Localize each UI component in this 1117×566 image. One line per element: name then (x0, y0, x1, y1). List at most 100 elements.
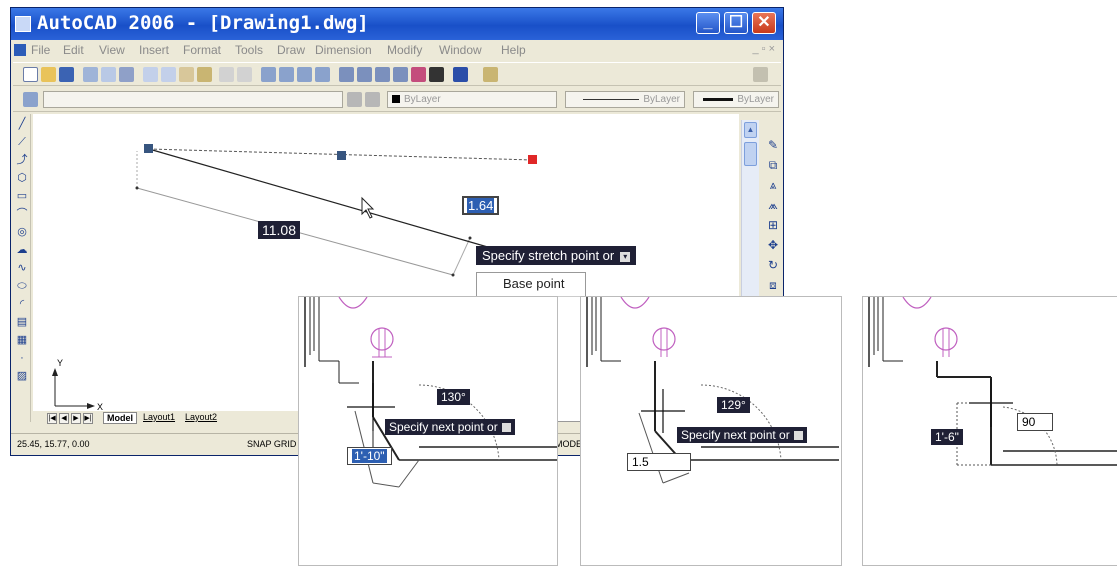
ellipse-icon[interactable]: ⬭ (16, 280, 28, 292)
properties-icon[interactable] (339, 67, 354, 82)
revision-cloud-icon[interactable]: ☁ (16, 244, 28, 256)
layer-combo[interactable] (43, 91, 343, 108)
design-center-icon[interactable] (357, 67, 372, 82)
offset-icon[interactable]: ⩕ (766, 198, 780, 212)
menu-draw[interactable]: Draw (277, 43, 305, 57)
menu-insert[interactable]: Insert (139, 43, 169, 57)
distance-input[interactable]: 1.5 (627, 453, 691, 471)
grip-start[interactable] (144, 144, 153, 153)
ellipse-arc-icon[interactable]: ◜ (16, 298, 28, 310)
maximize-button[interactable]: ☐ (724, 12, 748, 34)
erase-icon[interactable]: ✎ (766, 138, 780, 152)
vertical-scrollbar[interactable]: ▲ (741, 120, 759, 310)
dropdown-icon[interactable] (501, 423, 511, 433)
angle-input[interactable]: 1.64 (462, 196, 500, 215)
publish-icon[interactable] (119, 67, 134, 82)
zoom-realtime-icon[interactable] (279, 67, 294, 82)
tab-first-icon[interactable]: |◀ (47, 413, 57, 424)
color-combo[interactable]: ByLayer (387, 91, 557, 108)
title-bar[interactable]: AutoCAD 2006 - [Drawing1.dwg] _ ☐ ✕ (11, 8, 783, 40)
undo-icon[interactable] (219, 67, 234, 82)
menu-file[interactable]: File (31, 43, 50, 57)
angle-input[interactable]: 90 (1017, 413, 1053, 431)
construction-line-icon[interactable]: ⟋ (16, 136, 28, 148)
modify-toolbar: ✎ ⧉ ⩓ ⩕ ⊞ ✥ ↻ ⧈ (763, 114, 783, 314)
help-icon[interactable] (453, 67, 468, 82)
lineweight-combo[interactable]: ByLayer (693, 91, 779, 108)
document-icon[interactable] (14, 44, 26, 56)
tab-next-icon[interactable]: ▶ (71, 413, 81, 424)
scale-icon[interactable]: ⧈ (766, 278, 780, 292)
rotate-icon[interactable]: ↻ (766, 258, 780, 272)
menu-help[interactable]: Help (501, 43, 526, 57)
zoom-previous-icon[interactable] (315, 67, 330, 82)
standard-toolbar (13, 62, 781, 86)
print-icon[interactable] (83, 67, 98, 82)
hatch-icon[interactable]: ▨ (16, 370, 28, 382)
minimize-button[interactable]: _ (696, 12, 720, 34)
cut-icon[interactable] (143, 67, 158, 82)
rectangle-icon[interactable]: ▭ (16, 190, 28, 202)
menu-view[interactable]: View (99, 43, 125, 57)
sheet-set-icon[interactable] (393, 67, 408, 82)
layer-manager-icon[interactable] (23, 92, 38, 107)
zoom-window-icon[interactable] (297, 67, 312, 82)
polyline-icon[interactable]: ⤴ (16, 154, 28, 166)
tab-layout1[interactable]: Layout1 (143, 412, 175, 422)
markup-icon[interactable] (411, 67, 426, 82)
options-dropdown-icon[interactable]: ▾ (620, 251, 631, 262)
circle-icon[interactable]: ◎ (16, 226, 28, 238)
new-icon[interactable] (23, 67, 38, 82)
tab-model[interactable]: Model (103, 412, 137, 424)
point-icon[interactable]: · (16, 352, 28, 364)
copy-icon[interactable] (161, 67, 176, 82)
pan-icon[interactable] (261, 67, 276, 82)
option-base-point[interactable]: Base point (477, 273, 585, 297)
make-current-icon[interactable] (347, 92, 362, 107)
menu-edit[interactable]: Edit (63, 43, 84, 57)
plot-preview-icon[interactable] (101, 67, 116, 82)
arc-icon[interactable]: ⌒ (16, 208, 28, 220)
grip-hot[interactable] (528, 155, 537, 164)
move-icon[interactable]: ✥ (766, 238, 780, 252)
calculator-icon[interactable] (429, 67, 444, 82)
figure: { "window": { "title": "AutoCAD 2006 - [… (0, 0, 1117, 566)
mirror-icon[interactable]: ⩓ (766, 178, 780, 192)
styles-icon[interactable] (483, 67, 498, 82)
tab-layout2[interactable]: Layout2 (185, 412, 217, 422)
copy-object-icon[interactable]: ⧉ (766, 158, 780, 172)
redo-icon[interactable] (237, 67, 252, 82)
menu-dimension[interactable]: Dimension (315, 43, 372, 57)
menu-tools[interactable]: Tools (235, 43, 263, 57)
prompt-tooltip: Specify next point or (385, 419, 515, 435)
match-properties-icon[interactable] (197, 67, 212, 82)
tab-prev-icon[interactable]: ◀ (59, 413, 69, 424)
menu-window[interactable]: Window (439, 43, 482, 57)
spline-icon[interactable]: ∿ (16, 262, 28, 274)
dropdown-icon[interactable] (793, 431, 803, 441)
close-button[interactable]: ✕ (752, 12, 776, 34)
linetype-combo[interactable]: ByLayer (565, 91, 685, 108)
tab-last-icon[interactable]: ▶| (83, 413, 93, 424)
menu-modify[interactable]: Modify (387, 43, 422, 57)
insert-block-icon[interactable]: ▤ (16, 316, 28, 328)
scroll-thumb[interactable] (744, 142, 757, 166)
line-icon[interactable]: ╱ (16, 118, 28, 130)
coordinate-readout: 25.45, 15.77, 0.00 (17, 439, 90, 449)
paste-icon[interactable] (179, 67, 194, 82)
scroll-up-arrow-icon[interactable]: ▲ (744, 122, 757, 138)
snap-grid-toggles[interactable]: SNAP GRID (247, 439, 296, 449)
array-icon[interactable]: ⊞ (766, 218, 780, 232)
menu-format[interactable]: Format (183, 43, 221, 57)
save-icon[interactable] (59, 67, 74, 82)
open-icon[interactable] (41, 67, 56, 82)
tool-palettes-icon[interactable] (375, 67, 390, 82)
layer-previous-icon[interactable] (365, 92, 380, 107)
dim-style-icon[interactable] (753, 67, 768, 82)
polygon-icon[interactable]: ⬡ (16, 172, 28, 184)
grip-mid[interactable] (337, 151, 346, 160)
distance-input[interactable]: 1'-10" (347, 447, 392, 465)
mdi-controls[interactable]: _ ▫ × (752, 43, 775, 55)
autocad-app-icon[interactable] (15, 16, 31, 32)
make-block-icon[interactable]: ▦ (16, 334, 28, 346)
